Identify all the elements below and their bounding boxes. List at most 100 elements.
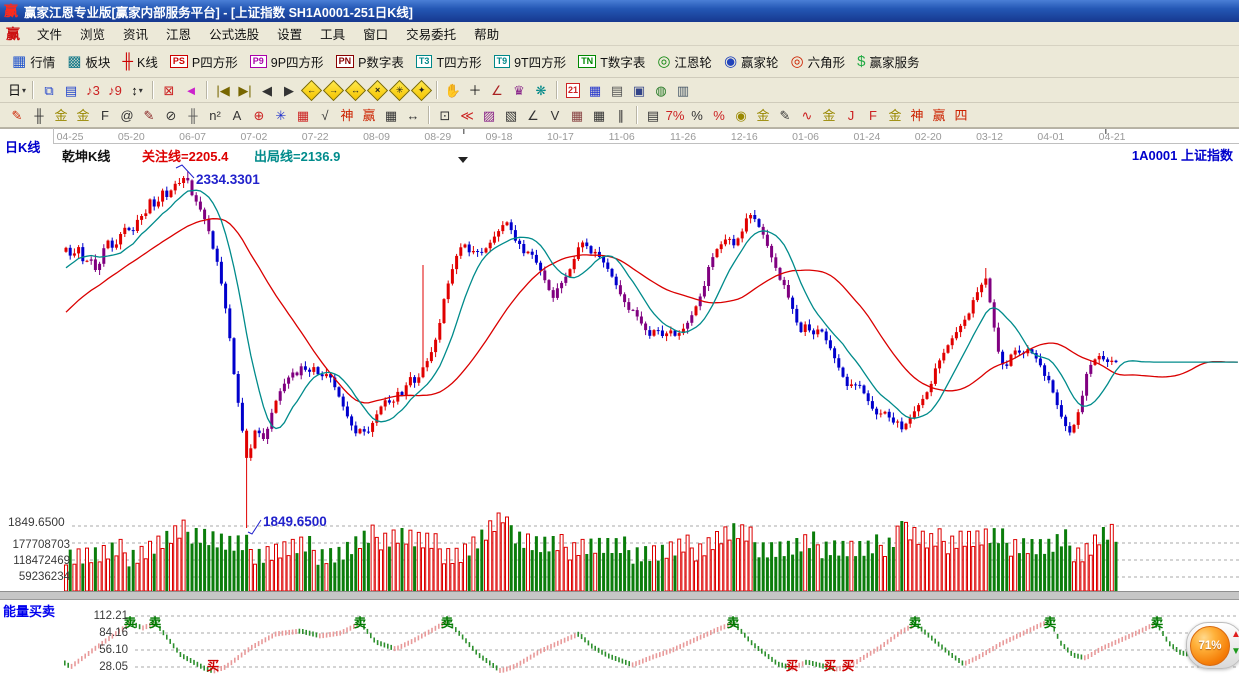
bars-9-button[interactable]: ♪9 — [104, 80, 126, 100]
last-bar-button[interactable]: ▶| — [234, 80, 256, 100]
t-number-table-button[interactable]: TNT数字表 — [572, 50, 651, 73]
percent-7-button[interactable]: 7% — [664, 105, 686, 125]
shift-right-button[interactable]: → — [322, 80, 344, 100]
zoom-area-button[interactable]: ⧉ — [38, 80, 60, 100]
width-measure-button[interactable]: ↔ — [402, 105, 424, 125]
ruler-123-button[interactable]: ▦ — [380, 105, 402, 125]
menu-item-7[interactable]: 窗口 — [354, 22, 397, 45]
shen-angle-button[interactable]: 神 — [906, 105, 928, 125]
9t-square-button[interactable]: T99T四方形 — [488, 50, 573, 73]
grid-lines-button[interactable]: ╫ — [28, 105, 50, 125]
gold-grid-1-button[interactable]: 金 — [50, 105, 72, 125]
color-sort-button[interactable]: ◄ — [180, 80, 202, 100]
prev-bar-button[interactable]: ◀ — [256, 80, 278, 100]
shift-left-button[interactable]: ← — [300, 80, 322, 100]
win-tool-button[interactable]: 赢 — [358, 105, 380, 125]
grid-box-button[interactable]: ▦ — [292, 105, 314, 125]
toolbar-separator — [556, 81, 558, 99]
crosshair-circle-button[interactable]: ⊕ — [248, 105, 270, 125]
grid-wide-button[interactable]: ╫ — [182, 105, 204, 125]
win-angle-button[interactable]: 赢 — [928, 105, 950, 125]
menu-item-1[interactable]: 浏览 — [71, 22, 114, 45]
square-numbers-button[interactable]: n² — [204, 105, 226, 125]
compress-scale-button[interactable]: × — [366, 80, 388, 100]
gann-wheel-button[interactable]: ◎江恩轮 — [651, 50, 718, 73]
angle-measure-button[interactable]: ∠ — [486, 80, 508, 100]
print-button[interactable]: ▥ — [672, 80, 694, 100]
signal-strength-badge[interactable]: 71% ▲ ▼ — [1186, 622, 1239, 669]
gold-angle-2-button[interactable]: 金 — [884, 105, 906, 125]
menu-item-2[interactable]: 资讯 — [114, 22, 157, 45]
menu-item-8[interactable]: 交易委托 — [397, 22, 465, 45]
gann-circle-button[interactable]: ⊘ — [160, 105, 182, 125]
kline-chart-canvas[interactable]: 04-2505-2006-0707-0207-2208-0908-2909-18… — [0, 128, 1239, 681]
parallel-lines-button[interactable]: ∥ — [610, 105, 632, 125]
shen-tool-button[interactable]: 神 — [336, 105, 358, 125]
spiral-button[interactable]: @ — [116, 105, 138, 125]
measure-pen-button[interactable]: ✎ — [138, 105, 160, 125]
fan-lines-button[interactable]: ≪ — [456, 105, 478, 125]
j-angle-button[interactable]: J — [840, 105, 862, 125]
gold-circle-button[interactable]: ◉ — [730, 105, 752, 125]
gold-wave-button[interactable]: ∿ — [796, 105, 818, 125]
pan-hand-button[interactable]: ✋ — [442, 80, 464, 100]
bars-3-button[interactable]: ♪3 — [82, 80, 104, 100]
sectors-button[interactable]: ▩板块 — [61, 50, 116, 73]
save-button[interactable]: ▣ — [628, 80, 650, 100]
hexagon-button[interactable]: ◎六角形 — [785, 50, 852, 73]
percent-line-button[interactable]: % — [708, 105, 730, 125]
first-bar-button[interactable]: |◀ — [212, 80, 234, 100]
info-list-button[interactable]: ▤ — [60, 80, 82, 100]
stats-panel-button[interactable]: ▤ — [642, 105, 664, 125]
time-grid-button[interactable]: ▦ — [588, 105, 610, 125]
draw-mark-button[interactable]: ✎ — [774, 105, 796, 125]
period-dropdown-button[interactable]: 日▾ — [6, 80, 28, 100]
fit-view-button[interactable]: ✦ — [410, 80, 432, 100]
menu-item-3[interactable]: 江恩 — [157, 22, 200, 45]
f-angle-button[interactable]: F — [862, 105, 884, 125]
market-quotes-button[interactable]: ▦行情 — [6, 50, 61, 73]
kline-button[interactable]: ╫K线 — [116, 50, 163, 73]
gold-grid-2-button[interactable]: 金 — [72, 105, 94, 125]
calendar-button[interactable]: 21 — [562, 80, 584, 100]
box-fan-button[interactable]: ▨ — [478, 105, 500, 125]
notes-button[interactable]: ▤ — [606, 80, 628, 100]
p-square-button[interactable]: PSP四方形 — [164, 50, 244, 73]
gold-angle-button[interactable]: 金 — [818, 105, 840, 125]
draw-pen-button[interactable]: ✎ — [6, 105, 28, 125]
winner-service-button[interactable]: $赢家服务 — [851, 50, 925, 73]
t-square-button[interactable]: T3T四方形 — [410, 50, 488, 73]
center-view-button[interactable]: ✳ — [388, 80, 410, 100]
box-tool-button[interactable]: ⊡ — [434, 105, 456, 125]
zigzag-tool-button[interactable]: V — [544, 105, 566, 125]
percent-button[interactable]: % — [686, 105, 708, 125]
box-diagonals-button[interactable]: ▧ — [500, 105, 522, 125]
expand-scale-button[interactable]: ↔ — [344, 80, 366, 100]
price-grid-button[interactable]: ▦ — [566, 105, 588, 125]
gann-marker-button[interactable]: ♛ — [508, 80, 530, 100]
next-bar-button[interactable]: ▶ — [278, 80, 300, 100]
menu-item-6[interactable]: 工具 — [311, 22, 354, 45]
menu-item-9[interactable]: 帮助 — [465, 22, 508, 45]
winner-wheel-button[interactable]: ◉赢家轮 — [718, 50, 785, 73]
smart-analysis-button[interactable]: ❋ — [530, 80, 552, 100]
angle-mirror-button[interactable]: A — [226, 105, 248, 125]
pane-splitter[interactable] — [0, 591, 1239, 600]
sqrt-lines-button[interactable]: √ — [314, 105, 336, 125]
network-button[interactable]: ◍ — [650, 80, 672, 100]
spider-web-button[interactable]: ✳ — [270, 105, 292, 125]
menu-item-0[interactable]: 文件 — [28, 22, 71, 45]
9p-square-button[interactable]: P99P四方形 — [244, 50, 330, 73]
p-number-table-button[interactable]: PNP数字表 — [330, 50, 410, 73]
chart-panel[interactable]: 04-2505-2006-0707-0207-2208-0908-2909-18… — [0, 128, 1239, 681]
fibonacci-grid-button[interactable]: F — [94, 105, 116, 125]
four-angle-button[interactable]: 四 — [950, 105, 972, 125]
calculator-button[interactable]: ▦ — [584, 80, 606, 100]
stock-filter-button[interactable]: ⊠ — [158, 80, 180, 100]
gold-levels-button[interactable]: 金 — [752, 105, 774, 125]
candle-style-dropdown-button[interactable]: ↕▾ — [126, 80, 148, 100]
menu-item-4[interactable]: 公式选股 — [200, 22, 268, 45]
crosshair-button[interactable]: ＋ — [464, 80, 486, 100]
trend-angle-button[interactable]: ∠ — [522, 105, 544, 125]
menu-item-5[interactable]: 设置 — [268, 22, 311, 45]
